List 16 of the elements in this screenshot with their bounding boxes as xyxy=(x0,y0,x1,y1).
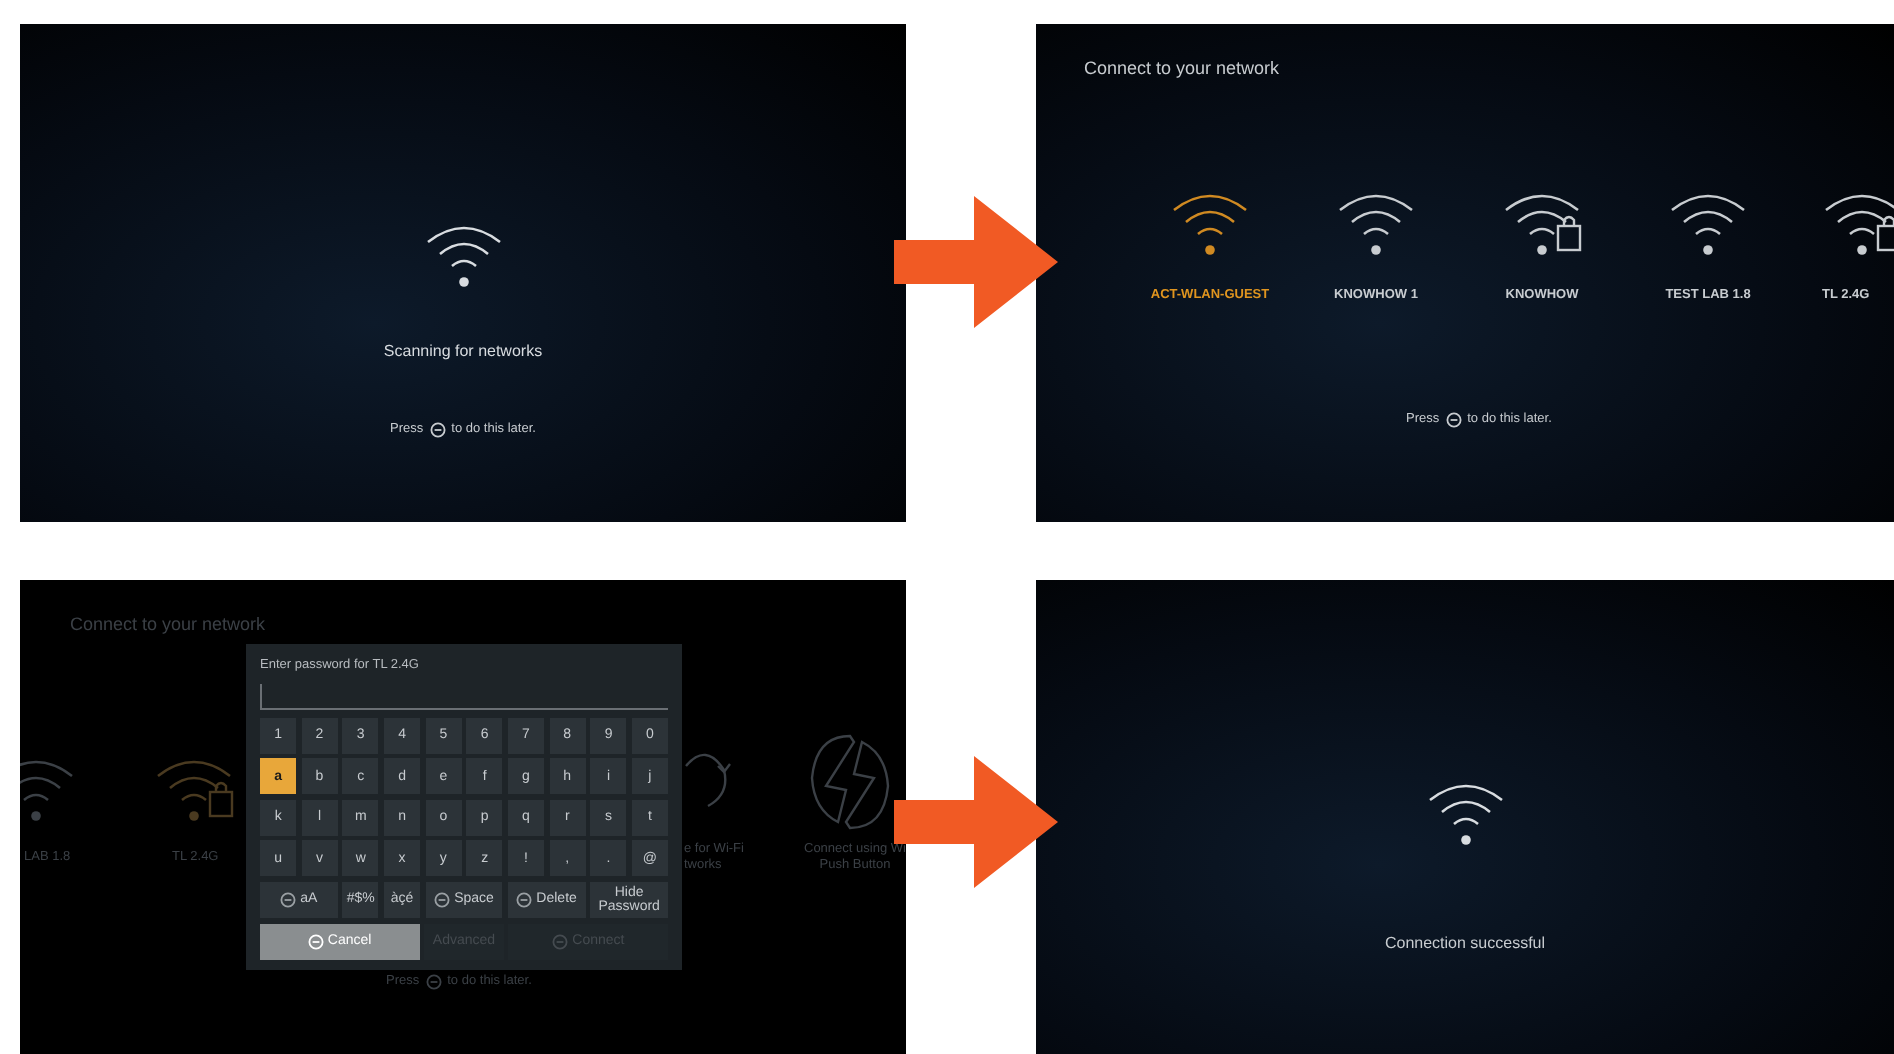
remote-button-icon xyxy=(280,891,297,908)
status-message: Connection successful xyxy=(1384,932,1546,956)
remote-button-icon xyxy=(429,421,446,438)
screen-title: Connect to your network xyxy=(1084,56,1280,82)
remote-button-icon xyxy=(552,933,569,950)
remote-button-icon xyxy=(434,891,451,908)
remote-button-icon xyxy=(425,973,442,990)
remote-button-icon xyxy=(516,891,533,908)
arrow-icon xyxy=(894,196,1058,328)
remote-button-icon xyxy=(307,933,324,950)
screen-title: Connect to your network xyxy=(70,612,266,638)
arrow-icon xyxy=(894,756,1058,888)
password-field[interactable] xyxy=(260,683,668,710)
wps-icon xyxy=(806,730,894,834)
remote-button-icon xyxy=(1445,411,1462,428)
status-message: Scanning for networks xyxy=(383,340,543,364)
